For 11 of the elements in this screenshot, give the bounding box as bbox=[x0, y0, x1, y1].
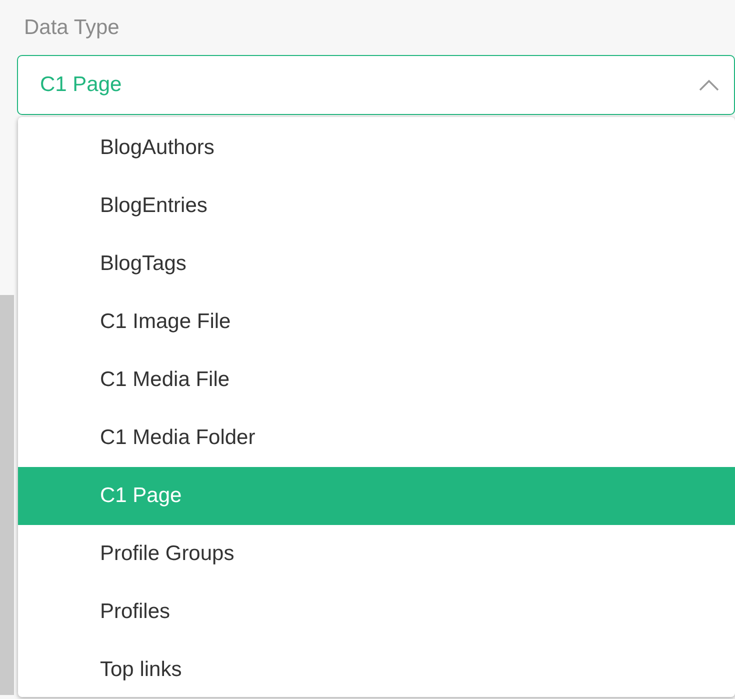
field-label: Data Type bbox=[24, 16, 120, 39]
dropdown-option[interactable]: Profile Groups bbox=[18, 525, 735, 583]
dropdown-option[interactable]: C1 Image File bbox=[18, 293, 735, 351]
dropdown-option[interactable]: BlogAuthors bbox=[18, 119, 735, 177]
chevron-icon bbox=[698, 78, 720, 92]
dropdown-option[interactable]: BlogEntries bbox=[18, 177, 735, 235]
dropdown-option[interactable]: BlogTags bbox=[18, 235, 735, 293]
dropdown-option[interactable]: C1 Media File bbox=[18, 351, 735, 409]
dropdown-option[interactable]: Top links bbox=[18, 641, 735, 699]
dropdown-option[interactable]: Profiles bbox=[18, 583, 735, 641]
dropdown-option[interactable]: C1 Media Folder bbox=[18, 409, 735, 467]
